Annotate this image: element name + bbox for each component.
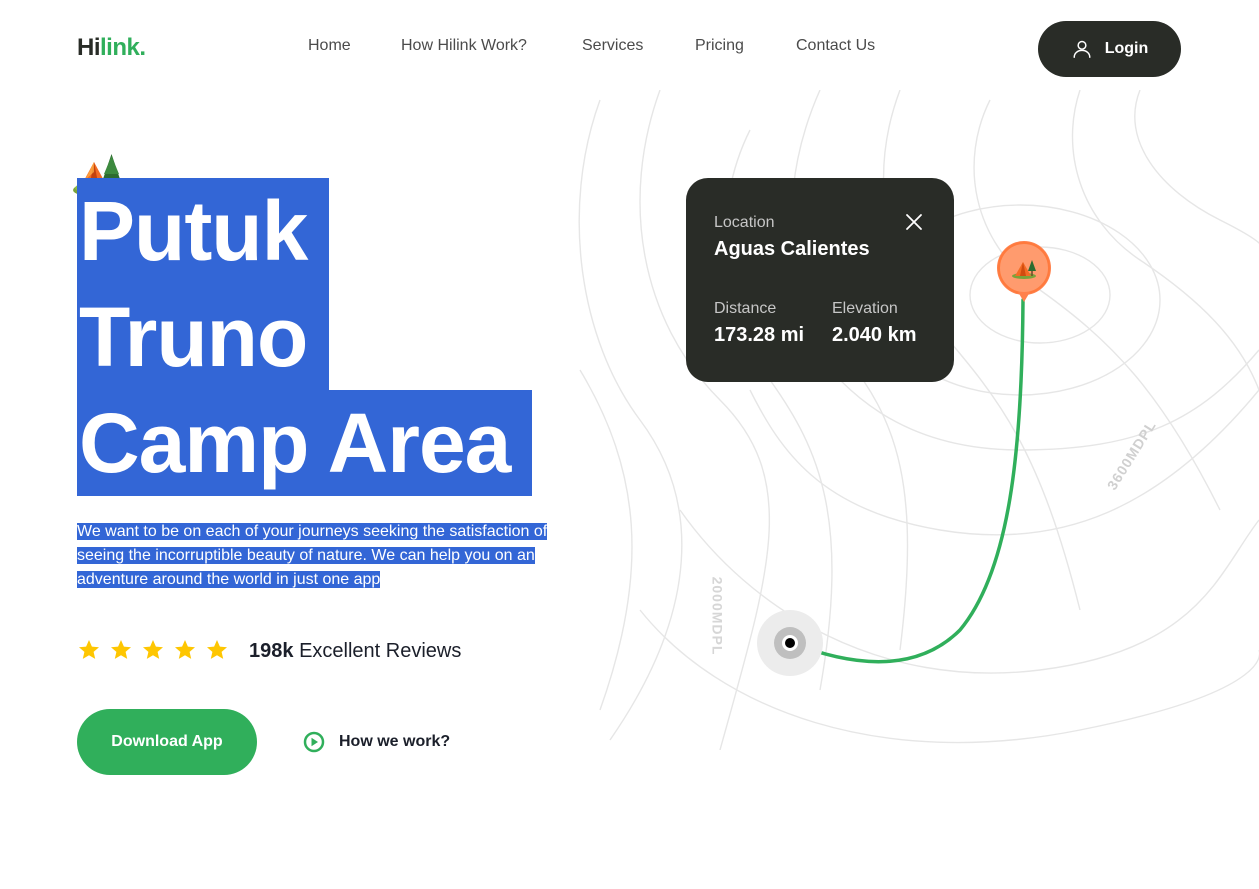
nav-link-services[interactable]: Services xyxy=(582,36,643,56)
logo-part-2: link. xyxy=(100,34,146,61)
play-icon xyxy=(303,731,325,753)
route-start-marker[interactable] xyxy=(757,610,823,676)
star-icon xyxy=(111,640,131,659)
nav-link-contact-us[interactable]: Contact Us xyxy=(796,36,875,56)
how-we-work-label: How we work? xyxy=(339,733,451,750)
nav-link-how-hilink-work[interactable]: How Hilink Work? xyxy=(401,36,527,56)
elevation-value: 2.040 km xyxy=(832,324,917,346)
elevation-label: Elevation xyxy=(832,300,898,317)
how-we-work-link[interactable]: How we work? xyxy=(303,731,450,753)
distance-value: 173.28 mi xyxy=(714,324,805,346)
star-icon xyxy=(175,640,195,659)
logo[interactable]: Hilink. xyxy=(77,34,146,62)
star-icon xyxy=(79,640,99,659)
close-icon[interactable] xyxy=(904,212,924,232)
nav-link-pricing[interactable]: Pricing xyxy=(695,36,744,56)
star-icon xyxy=(143,640,163,659)
location-card: Location Aguas Calientes Distance 173.28… xyxy=(686,178,954,382)
map-pin-icon[interactable] xyxy=(994,240,1054,306)
user-icon xyxy=(1073,40,1091,58)
hero-title-line-2: Truno xyxy=(77,284,330,390)
distance-label: Distance xyxy=(714,300,777,317)
contour-label-2000: 2000MDPL xyxy=(709,576,726,656)
nav-link-home[interactable]: Home xyxy=(308,36,351,56)
location-label: Location xyxy=(714,214,775,231)
logo-part-1: Hi xyxy=(77,34,101,61)
rating-stars xyxy=(77,638,229,662)
hero-title-line-3: Camp Area xyxy=(77,390,533,496)
reviews-summary: 198k Excellent Reviews xyxy=(249,639,461,663)
hero-title-line-1: Putuk xyxy=(77,178,330,284)
location-value: Aguas Calientes xyxy=(714,238,870,260)
star-icon xyxy=(207,640,227,659)
hero-description: We want to be on each of your journeys s… xyxy=(77,520,577,592)
reviews-count: 198k xyxy=(249,640,294,662)
login-label: Login xyxy=(1104,40,1149,57)
hero-description-text: We want to be on each of your journeys s… xyxy=(77,523,548,588)
download-app-label: Download App xyxy=(111,733,223,750)
download-app-button[interactable]: Download App xyxy=(77,709,257,775)
reviews-label: Excellent Reviews xyxy=(299,640,462,662)
hero-title: Putuk Truno Camp Area xyxy=(77,178,533,496)
login-button[interactable]: Login xyxy=(1038,21,1181,77)
